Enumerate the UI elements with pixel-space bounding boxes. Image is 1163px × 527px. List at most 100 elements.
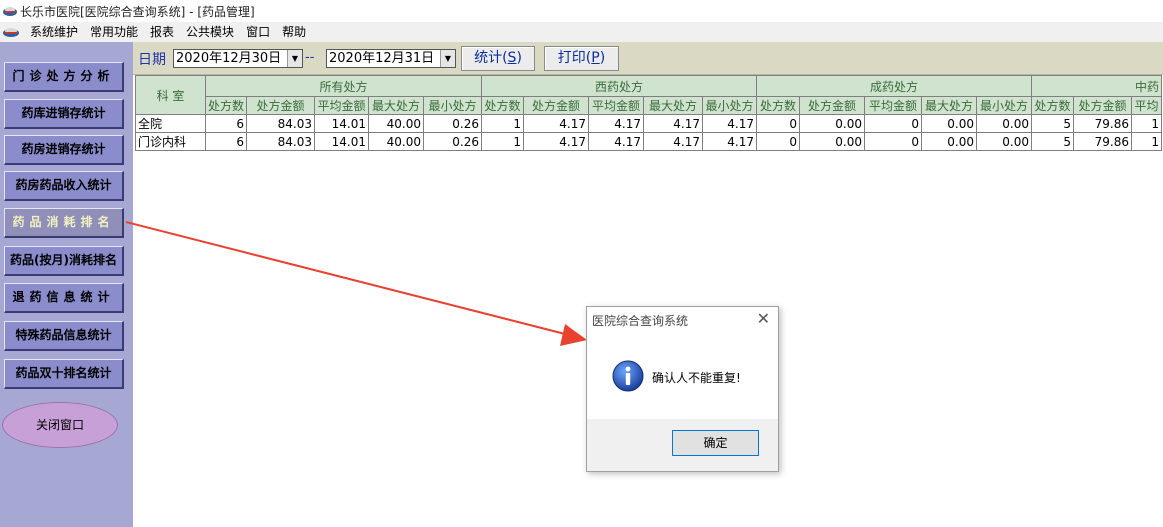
ok-button[interactable]: 确定 — [672, 430, 759, 456]
stat-button[interactable]: 统计(S) — [461, 46, 535, 71]
column-header: 平均金额 — [588, 96, 645, 115]
table-cell[interactable]: 1 — [481, 132, 525, 151]
table-cell[interactable]: 14.01 — [314, 132, 370, 151]
prescription-table: 科 室 所有处方 西药处方 成药处方 中药 处方数 处方金额 平均金额 最大处方… — [135, 75, 1163, 151]
group-header-chinese: 中药 — [1031, 75, 1163, 97]
table-cell[interactable]: 40.00 — [368, 114, 425, 133]
column-header-dept: 科 室 — [135, 75, 206, 115]
start-date-value: 2020年12月30日 — [176, 51, 282, 66]
sidebar-item-return-stats[interactable]: 退药信息统计 — [4, 283, 124, 313]
column-header: 最小处方 — [423, 96, 483, 115]
column-header: 处方数 — [756, 96, 801, 115]
query-toolbar: 日期 2020年12月30日 ▼ -- 2020年12月31日 ▼ 统计(S) … — [133, 42, 1163, 75]
table-cell[interactable]: 40.00 — [368, 132, 425, 151]
sidebar-item-double-ten-rank[interactable]: 药品双十排名统计 — [4, 359, 124, 389]
window-title: 长乐市医院[医院综合查询系统] - [药品管理] — [20, 5, 255, 19]
sidebar-item-monthly-consumption-rank[interactable]: 药品(按月)消耗排名 — [4, 246, 124, 276]
table-cell[interactable]: 1 — [1131, 114, 1163, 133]
table-cell[interactable]: 0.00 — [799, 132, 866, 151]
row-dept-name[interactable]: 门诊内科 — [135, 132, 206, 151]
app-menu-icon[interactable] — [2, 24, 20, 40]
table-cell[interactable]: 0 — [756, 114, 801, 133]
title-bar: 长乐市医院[医院综合查询系统] - [药品管理] — [0, 0, 1163, 22]
close-icon[interactable]: ✕ — [757, 309, 770, 328]
menu-system[interactable]: 系统维护 — [24, 24, 84, 40]
table-cell[interactable]: 5 — [1031, 132, 1075, 151]
table-cell[interactable]: 84.03 — [246, 132, 316, 151]
table-cell[interactable]: 1 — [1131, 132, 1163, 151]
close-window-button[interactable]: 关闭窗口 — [2, 402, 118, 448]
column-header: 处方金额 — [1073, 96, 1133, 115]
column-header: 最大处方 — [368, 96, 425, 115]
table-cell[interactable]: 79.86 — [1073, 132, 1133, 151]
table-cell[interactable]: 14.01 — [314, 114, 370, 133]
table-cell[interactable]: 4.17 — [643, 132, 704, 151]
column-header: 处方金额 — [799, 96, 866, 115]
table-cell[interactable]: 0 — [756, 132, 801, 151]
table-cell[interactable]: 5 — [1031, 114, 1075, 133]
column-header: 平均 — [1131, 96, 1163, 115]
dialog-footer: 确定 — [587, 419, 778, 471]
column-header: 平均金额 — [864, 96, 923, 115]
group-header-western: 西药处方 — [481, 75, 758, 97]
table-cell[interactable]: 84.03 — [246, 114, 316, 133]
table-cell[interactable]: 0 — [864, 114, 923, 133]
column-header: 平均金额 — [314, 96, 370, 115]
sidebar-item-pharmacy-stats[interactable]: 药房进销存统计 — [4, 135, 124, 165]
row-dept-name[interactable]: 全院 — [135, 114, 206, 133]
sidebar-item-pharmacy-income[interactable]: 药房药品收入统计 — [4, 171, 124, 201]
table-row[interactable]: 全院 6 84.03 14.01 40.00 0.26 1 4.17 4.17 … — [135, 114, 1163, 133]
table-cell[interactable]: 0.00 — [976, 114, 1033, 133]
table-cell[interactable]: 4.17 — [588, 114, 645, 133]
table-cell[interactable]: 6 — [204, 132, 248, 151]
table-cell[interactable]: 4.17 — [702, 114, 758, 133]
sidebar-item-warehouse-stats[interactable]: 药库进销存统计 — [4, 99, 124, 129]
table-cell[interactable]: 0.26 — [423, 132, 483, 151]
stat-hotkey: S — [507, 50, 517, 66]
menu-window[interactable]: 窗口 — [240, 24, 276, 40]
dialog-title: 医院综合查询系统 — [592, 314, 689, 328]
end-date-picker[interactable]: 2020年12月31日 ▼ — [326, 49, 456, 68]
table-cell[interactable]: 4.17 — [523, 114, 590, 133]
table-cell[interactable]: 0.00 — [799, 114, 866, 133]
end-date-value: 2020年12月31日 — [329, 51, 435, 66]
menu-bar: 系统维护 常用功能 报表 公共模块 窗口 帮助 — [0, 22, 1163, 42]
stat-button-label: 统计 — [474, 50, 503, 66]
table-cell[interactable]: 79.86 — [1073, 114, 1133, 133]
column-header: 处方数 — [481, 96, 525, 115]
table-cell[interactable]: 4.17 — [643, 114, 704, 133]
group-header-all: 所有处方 — [204, 75, 483, 97]
sidebar-item-drug-consumption-rank[interactable]: 药品消耗排名 — [4, 208, 124, 238]
column-header: 处方数 — [1031, 96, 1075, 115]
table-cell[interactable]: 0.00 — [921, 132, 978, 151]
sidebar-item-special-drugs[interactable]: 特殊药品信息统计 — [4, 321, 124, 351]
table-cell[interactable]: 4.17 — [702, 132, 758, 151]
chevron-down-icon[interactable]: ▼ — [287, 50, 302, 67]
group-header-patent: 成药处方 — [756, 75, 1033, 97]
message-dialog: 医院综合查询系统 ✕ 确认人不能重复! 确定 — [586, 306, 779, 472]
menu-public[interactable]: 公共模块 — [180, 24, 240, 40]
table-cell[interactable]: 0 — [864, 132, 923, 151]
print-button[interactable]: 打印(P) — [544, 46, 619, 71]
table-cell[interactable]: 0.26 — [423, 114, 483, 133]
date-separator: -- — [305, 50, 315, 65]
table-row[interactable]: 门诊内科 6 84.03 14.01 40.00 0.26 1 4.17 4.1… — [135, 132, 1163, 151]
table-cell[interactable]: 0.00 — [976, 132, 1033, 151]
sidebar: 门诊处方分析 药库进销存统计 药房进销存统计 药房药品收入统计 药品消耗排名 药… — [0, 42, 133, 527]
column-header: 处方数 — [204, 96, 248, 115]
table-cell[interactable]: 4.17 — [588, 132, 645, 151]
table-cell[interactable]: 0.00 — [921, 114, 978, 133]
chevron-down-icon[interactable]: ▼ — [440, 50, 455, 67]
menu-help[interactable]: 帮助 — [276, 24, 312, 40]
table-cell[interactable]: 4.17 — [523, 132, 590, 151]
table-cell[interactable]: 6 — [204, 114, 248, 133]
table-cell[interactable]: 1 — [481, 114, 525, 133]
print-hotkey: P — [591, 50, 600, 66]
sidebar-item-outpatient-analysis[interactable]: 门诊处方分析 — [4, 62, 124, 92]
column-header: 最大处方 — [921, 96, 978, 115]
menu-common[interactable]: 常用功能 — [84, 24, 144, 40]
start-date-picker[interactable]: 2020年12月30日 ▼ — [173, 49, 303, 68]
column-header: 处方金额 — [523, 96, 590, 115]
app-icon — [3, 7, 17, 16]
menu-report[interactable]: 报表 — [144, 24, 180, 40]
